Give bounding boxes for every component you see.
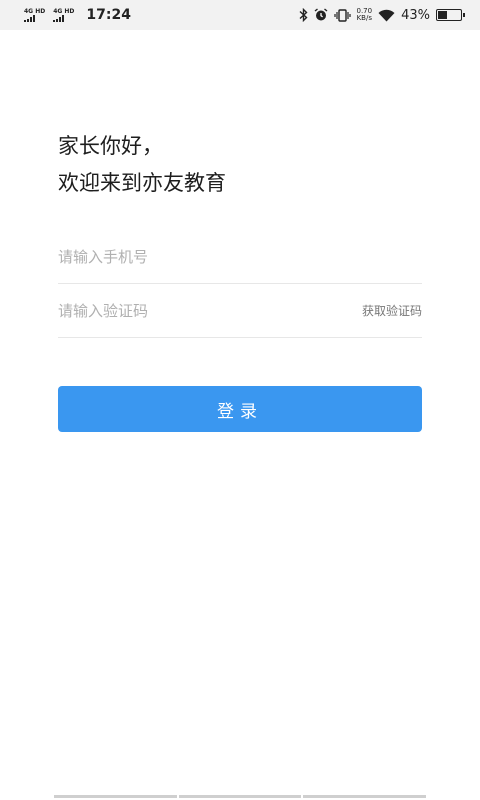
- code-field: 获取验证码: [58, 284, 422, 338]
- greeting: 家长你好， 欢迎来到亦友教育: [58, 128, 226, 202]
- alarm-icon: [314, 8, 327, 21]
- clock: 17:24: [86, 7, 131, 23]
- phone-field: [58, 230, 422, 284]
- phone-input[interactable]: [58, 241, 422, 272]
- battery-fill: [438, 11, 448, 19]
- status-bar-left: 4G HD 4G HD 17:24: [24, 7, 131, 23]
- vibrate-icon: [333, 8, 351, 22]
- network-speed: 0.70 KB/s: [357, 8, 373, 22]
- signal-2-icon: 4G HD: [53, 8, 74, 22]
- battery-percent: 43%: [401, 7, 430, 23]
- battery-icon: [436, 9, 465, 21]
- signal-1-icon: 4G HD: [24, 8, 45, 22]
- speed-unit: KB/s: [356, 14, 372, 22]
- status-bar: 4G HD 4G HD 17:24 0.70 KB/s 43%: [0, 0, 480, 30]
- greeting-line-1: 家长你好，: [58, 134, 163, 158]
- login-button[interactable]: 登录: [58, 386, 422, 432]
- bluetooth-icon: [299, 8, 308, 22]
- nav-indicator-segment: [54, 795, 177, 798]
- get-code-button[interactable]: 获取验证码: [362, 302, 422, 319]
- status-bar-right: 0.70 KB/s 43%: [299, 7, 465, 23]
- nav-indicator-segment: [303, 795, 427, 798]
- code-input[interactable]: [58, 295, 362, 326]
- greeting-line-2: 欢迎来到亦友教育: [58, 171, 226, 195]
- nav-indicator-segment: [178, 795, 302, 798]
- login-screen: 4G HD 4G HD 17:24 0.70 KB/s 43% 家长你好， 欢迎…: [0, 0, 480, 800]
- bottom-nav-indicator: [54, 795, 427, 798]
- wifi-icon: [378, 9, 395, 21]
